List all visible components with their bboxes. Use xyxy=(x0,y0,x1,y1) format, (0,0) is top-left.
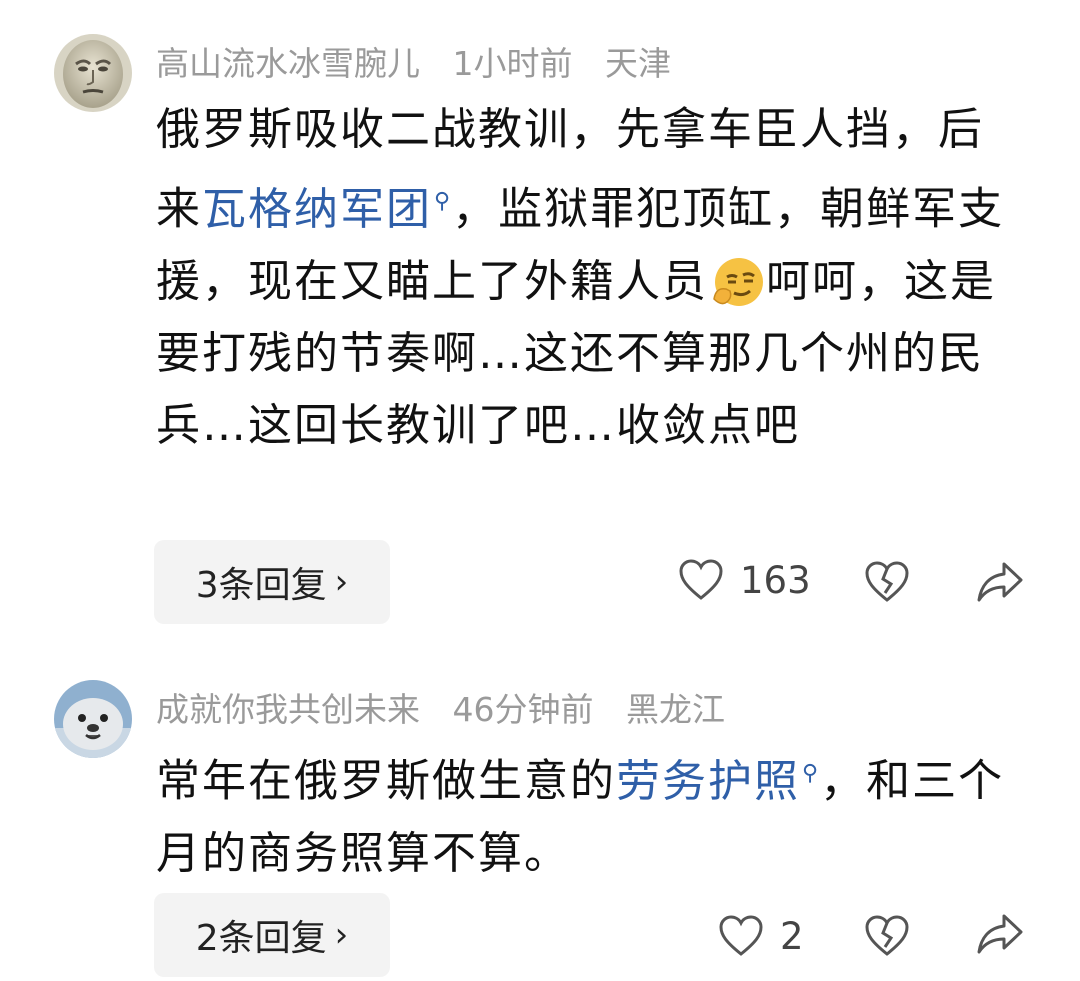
broken-heart-icon xyxy=(865,561,909,602)
comment-time: 1小时前 xyxy=(452,44,573,83)
chevron-right-icon: › xyxy=(334,562,349,602)
share-arrow-icon xyxy=(977,914,1023,954)
username[interactable]: 成就你我共创未来 xyxy=(156,690,420,729)
stone-face-avatar xyxy=(54,34,132,112)
search-link[interactable]: 劳务护照⚲ xyxy=(616,756,820,807)
dislike-button[interactable] xyxy=(864,914,910,958)
like-button[interactable]: 163 xyxy=(678,558,811,602)
view-replies-button[interactable]: 2条回复 › xyxy=(154,893,390,977)
smirk-thinking-emoji xyxy=(713,257,763,306)
replies-label: 3条回复 xyxy=(195,565,327,606)
chevron-right-icon: › xyxy=(334,915,349,955)
comment-meta: 高山流水冰雪腕儿 1小时前 天津 xyxy=(156,44,693,84)
search-icon: ⚲ xyxy=(434,189,453,214)
search-link-text[interactable]: 瓦格纳军团 xyxy=(202,184,432,235)
seal-avatar xyxy=(54,680,132,758)
comment-text-part: 俄罗斯吸收二战教训，先拿车臣人挡， xyxy=(156,104,938,155)
heart-outline-icon xyxy=(719,915,763,956)
heart-outline-icon xyxy=(679,559,723,600)
search-icon: ⚲ xyxy=(802,761,821,786)
broken-heart-icon xyxy=(865,915,909,956)
search-link[interactable]: 瓦格纳军团⚲ xyxy=(202,184,452,235)
comment-time: 46分钟前 xyxy=(452,690,594,729)
search-link-text[interactable]: 劳务护照 xyxy=(616,756,800,807)
comment-meta: 成就你我共创未来 46分钟前 黑龙江 xyxy=(156,690,747,730)
view-replies-button[interactable]: 3条回复 › xyxy=(154,540,390,624)
comment-location: 黑龙江 xyxy=(626,690,725,729)
share-button[interactable] xyxy=(976,560,1024,604)
comment-text: 常年在俄罗斯做生意的劳务护照⚲，和三个月的商务照算不算。 xyxy=(156,738,1016,890)
comment-location: 天津 xyxy=(605,44,671,83)
like-count: 2 xyxy=(780,914,804,958)
like-count: 163 xyxy=(740,558,811,602)
like-button[interactable]: 2 xyxy=(718,914,804,958)
comment-text: 俄罗斯吸收二战教训，先拿车臣人挡，后来瓦格纳军团⚲，监狱罪犯顶缸，朝鲜军支援，现… xyxy=(156,94,1016,462)
share-arrow-icon xyxy=(977,562,1023,602)
comment-text-part: 常年在俄罗斯做生意的 xyxy=(156,755,616,807)
dislike-button[interactable] xyxy=(864,560,910,604)
username[interactable]: 高山流水冰雪腕儿 xyxy=(156,44,420,83)
share-button[interactable] xyxy=(976,912,1024,956)
user-avatar[interactable] xyxy=(54,34,132,112)
replies-label: 2条回复 xyxy=(195,918,327,959)
user-avatar[interactable] xyxy=(54,680,132,758)
